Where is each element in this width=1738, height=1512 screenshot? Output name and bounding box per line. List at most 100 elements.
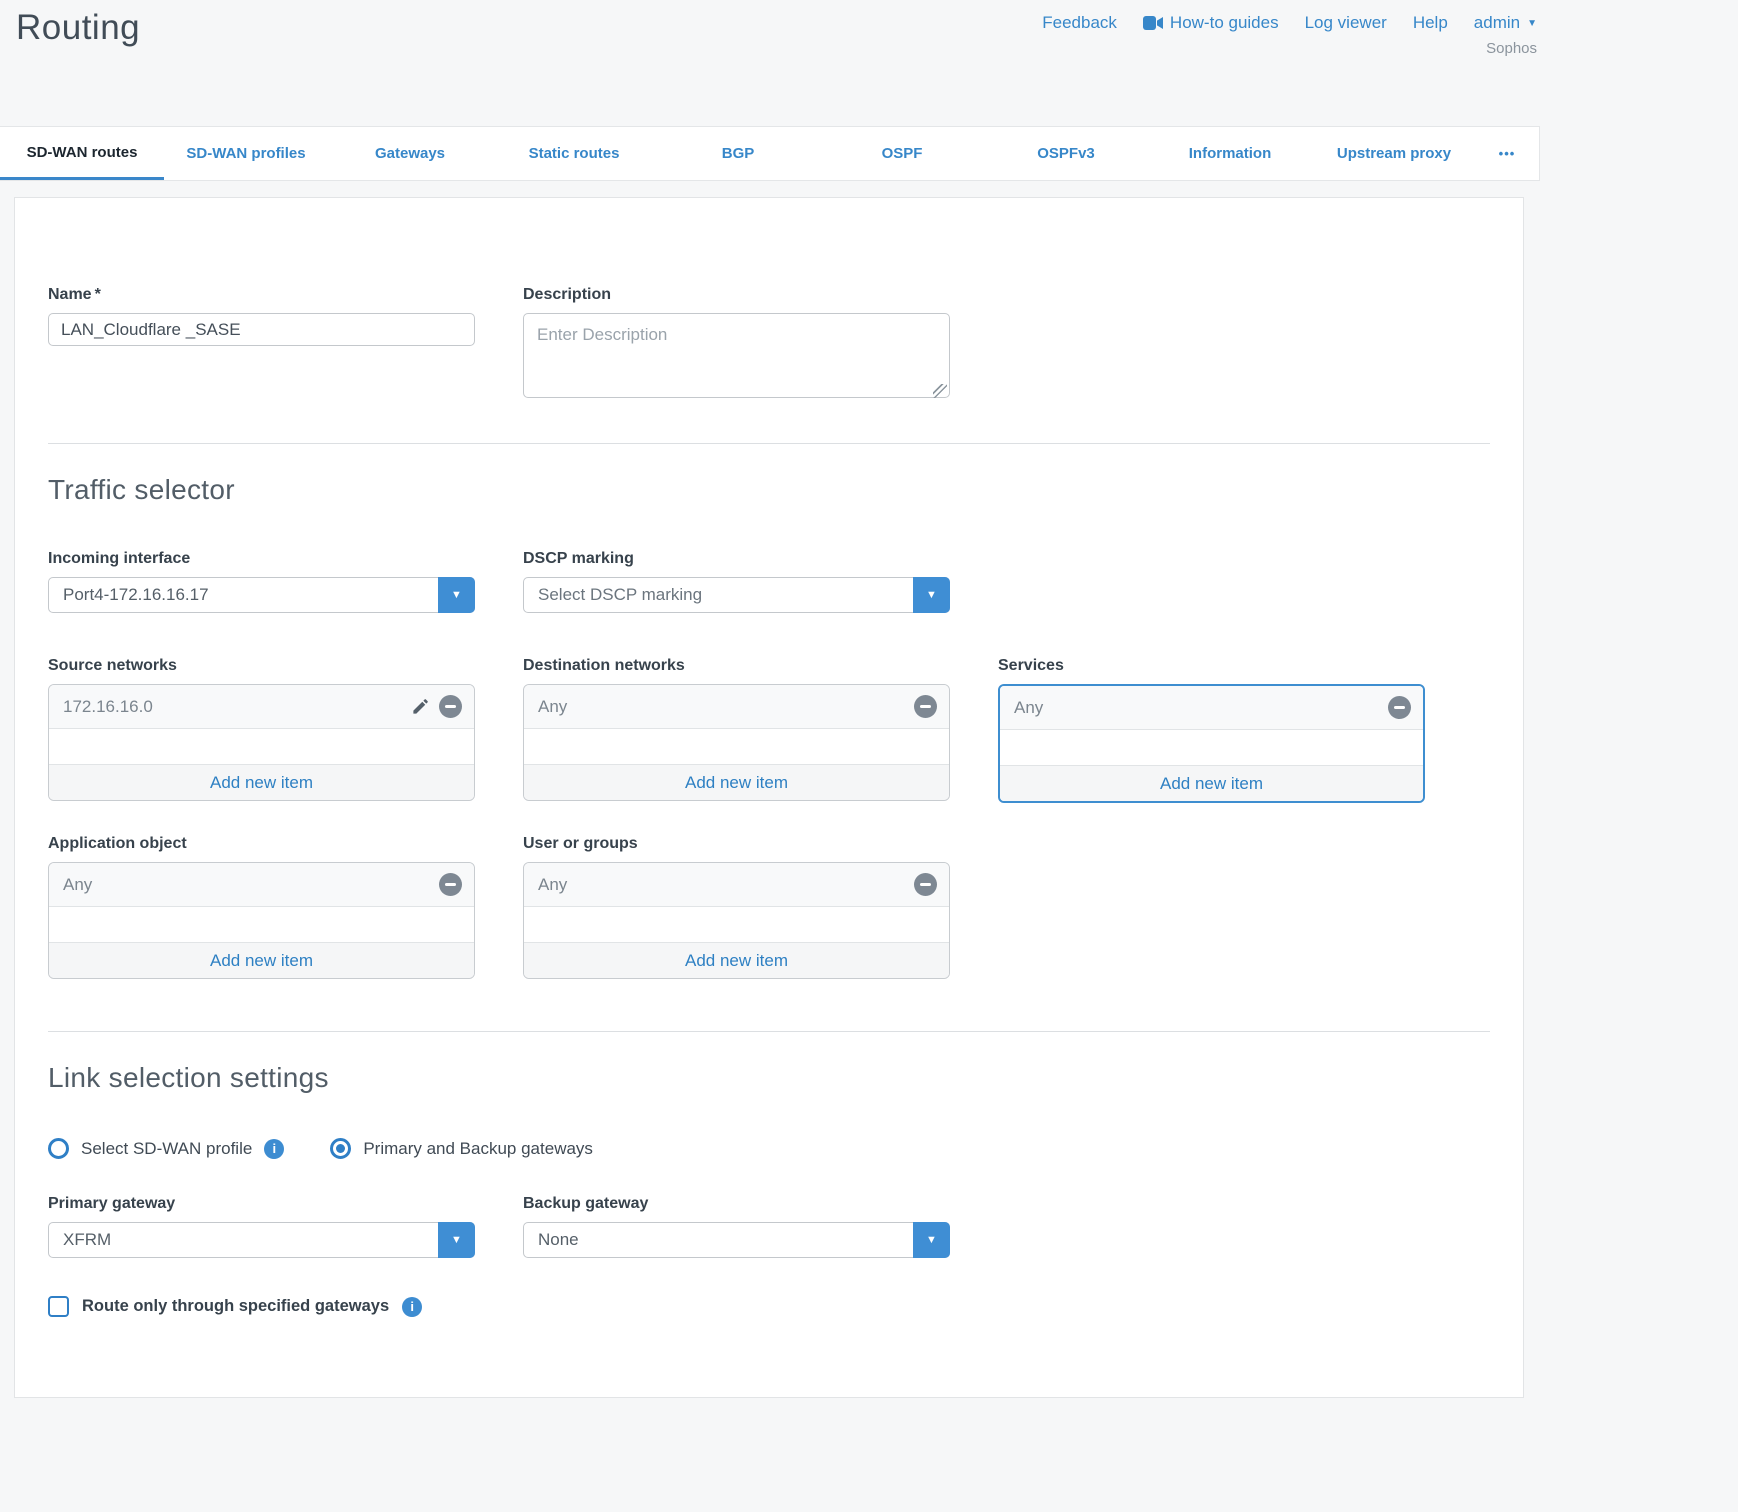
traffic-selector-heading: Traffic selector [48, 474, 1490, 506]
primary-gateway-select[interactable]: XFRM ▼ [48, 1222, 475, 1258]
feedback-link-label: Feedback [1042, 13, 1117, 33]
howto-guides-link[interactable]: How-to guides [1143, 13, 1279, 33]
add-new-item-button[interactable]: Add new item [49, 764, 474, 800]
add-new-item-button[interactable]: Add new item [49, 942, 474, 978]
chevron-down-icon: ▼ [451, 1235, 462, 1246]
list-item: Any [1000, 686, 1423, 730]
route-only-checkbox-label: Route only through specified gateways [82, 1297, 389, 1316]
application-object-listbox: Any Add new item [48, 862, 475, 979]
dropdown-button[interactable]: ▼ [438, 577, 475, 613]
dropdown-button[interactable]: ▼ [913, 1222, 950, 1258]
info-icon[interactable]: i [402, 1297, 422, 1317]
services-group: Services Any Add new item [998, 657, 1425, 803]
admin-menu[interactable]: admin ▼ [1474, 13, 1537, 33]
section-divider [48, 1031, 1490, 1032]
dscp-marking-value: Select DSCP marking [524, 578, 949, 612]
pencil-icon[interactable] [410, 697, 430, 717]
name-input[interactable] [48, 313, 475, 346]
add-new-item-button[interactable]: Add new item [524, 764, 949, 800]
listbox-spacer [1000, 730, 1423, 765]
incoming-interface-value: Port4-172.16.16.17 [49, 578, 474, 612]
brand-text: Sophos [1486, 40, 1537, 57]
minus-circle-icon[interactable] [439, 873, 462, 896]
tab-more-ellipsis[interactable]: ••• [1476, 127, 1538, 180]
radio-label: Select SD-WAN profile [81, 1139, 252, 1159]
tab-information[interactable]: Information [1148, 127, 1312, 180]
tab-sdwan-profiles[interactable]: SD-WAN profiles [164, 127, 328, 180]
page-title: Routing [16, 8, 140, 48]
tab-bgp[interactable]: BGP [656, 127, 820, 180]
chevron-down-icon: ▼ [926, 590, 937, 601]
list-item-value: 172.16.16.0 [63, 697, 410, 717]
tab-ospfv3[interactable]: OSPFv3 [984, 127, 1148, 180]
tab-static-routes[interactable]: Static routes [492, 127, 656, 180]
info-icon[interactable]: i [264, 1139, 284, 1159]
backup-gateway-label: Backup gateway [523, 1195, 950, 1213]
listbox-spacer [49, 729, 474, 764]
radio-icon-selected [330, 1138, 351, 1159]
minus-circle-icon[interactable] [1388, 696, 1411, 719]
dscp-marking-label: DSCP marking [523, 550, 950, 568]
incoming-interface-select[interactable]: Port4-172.16.16.17 ▼ [48, 577, 475, 613]
destination-networks-label: Destination networks [523, 657, 950, 675]
services-label: Services [998, 657, 1425, 675]
route-only-checkbox[interactable] [48, 1296, 69, 1317]
minus-bar [445, 883, 456, 886]
section-divider [48, 443, 1490, 444]
tab-ospf[interactable]: OSPF [820, 127, 984, 180]
backup-gateway-group: Backup gateway None ▼ [523, 1195, 950, 1258]
incoming-interface-label: Incoming interface [48, 550, 475, 568]
primary-gateway-group: Primary gateway XFRM ▼ [48, 1195, 475, 1258]
name-label-text: Name [48, 286, 92, 303]
minus-circle-icon[interactable] [914, 695, 937, 718]
chevron-down-icon: ▼ [926, 1235, 937, 1246]
destination-networks-group: Destination networks Any Add new item [523, 657, 950, 803]
name-field-group: Name* [48, 286, 475, 403]
dscp-marking-select[interactable]: Select DSCP marking ▼ [523, 577, 950, 613]
description-textarea[interactable] [523, 313, 950, 398]
tab-upstream-proxy[interactable]: Upstream proxy [1312, 127, 1476, 180]
radio-label: Primary and Backup gateways [363, 1139, 593, 1159]
route-only-checkbox-row: Route only through specified gateways i [48, 1296, 1490, 1317]
required-asterisk: * [95, 286, 101, 303]
minus-circle-icon[interactable] [914, 873, 937, 896]
backup-gateway-select[interactable]: None ▼ [523, 1222, 950, 1258]
radio-select-sdwan-profile[interactable]: Select SD-WAN profile i [48, 1138, 284, 1159]
tab-sdwan-routes[interactable]: SD-WAN routes [0, 127, 164, 180]
log-viewer-label: Log viewer [1305, 13, 1387, 33]
add-new-item-button[interactable]: Add new item [1000, 765, 1423, 801]
services-listbox: Any Add new item [998, 684, 1425, 803]
log-viewer-link[interactable]: Log viewer [1305, 13, 1387, 33]
radio-icon [48, 1138, 69, 1159]
source-networks-label: Source networks [48, 657, 475, 675]
description-label: Description [523, 286, 950, 304]
tab-gateways[interactable]: Gateways [328, 127, 492, 180]
help-label: Help [1413, 13, 1448, 33]
application-object-group: Application object Any Add new item [48, 835, 475, 979]
sdwan-route-form: Name* Description Traffic selector Incom… [14, 197, 1524, 1398]
admin-menu-label: admin [1474, 13, 1520, 33]
minus-circle-icon[interactable] [439, 695, 462, 718]
destination-networks-listbox: Any Add new item [523, 684, 950, 801]
name-label: Name* [48, 286, 475, 304]
minus-bar [920, 883, 931, 886]
dropdown-button[interactable]: ▼ [913, 577, 950, 613]
listbox-spacer [49, 907, 474, 942]
backup-gateway-value: None [524, 1223, 949, 1257]
add-new-item-button[interactable]: Add new item [524, 942, 949, 978]
listbox-spacer [524, 729, 949, 764]
help-link[interactable]: Help [1413, 13, 1448, 33]
dropdown-button[interactable]: ▼ [438, 1222, 475, 1258]
list-item-value: Any [538, 697, 914, 717]
list-item-value: Any [63, 875, 439, 895]
application-object-label: Application object [48, 835, 475, 853]
radio-primary-backup-gateways[interactable]: Primary and Backup gateways [330, 1138, 593, 1159]
page-header: Routing Feedback How-to guides Log viewe… [0, 0, 1540, 126]
list-item: 172.16.16.0 [49, 685, 474, 729]
source-networks-group: Source networks 172.16.16.0 Add new item [48, 657, 475, 803]
feedback-link[interactable]: Feedback [1042, 13, 1117, 33]
chevron-down-icon: ▼ [451, 590, 462, 601]
list-item: Any [524, 685, 949, 729]
howto-guides-label: How-to guides [1170, 13, 1279, 33]
incoming-interface-group: Incoming interface Port4-172.16.16.17 ▼ [48, 550, 475, 613]
